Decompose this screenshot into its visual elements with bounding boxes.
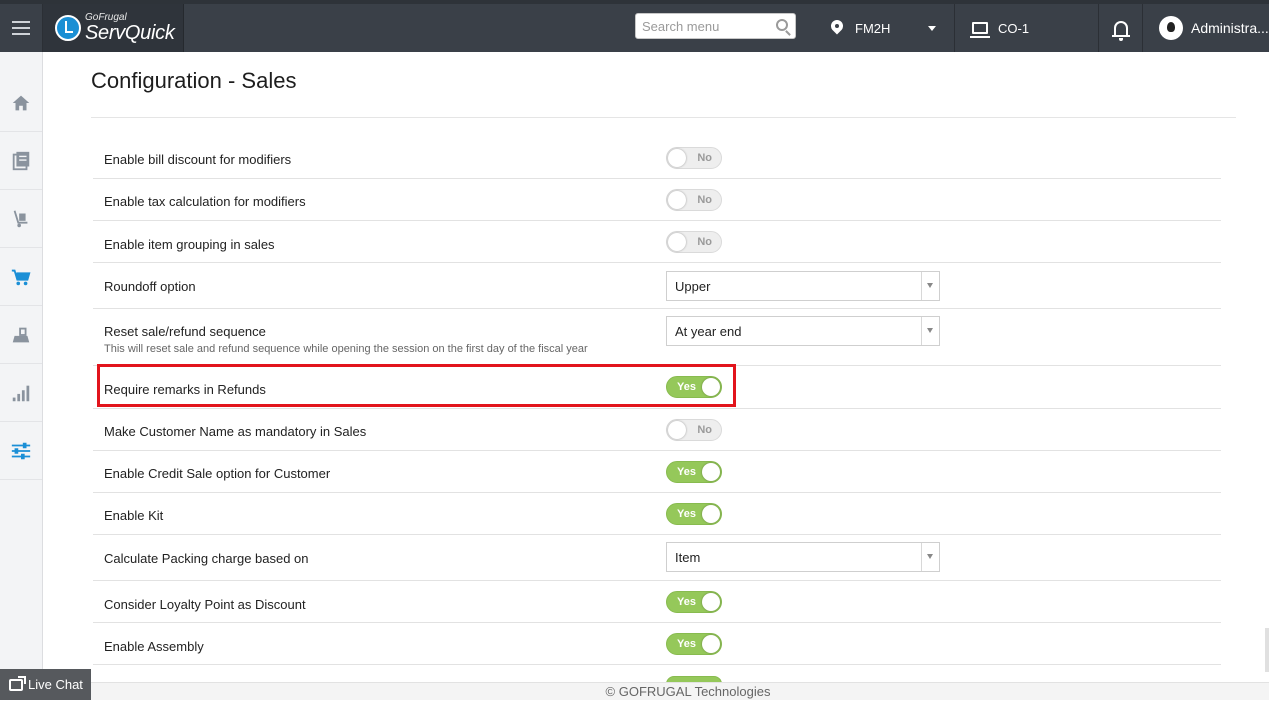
select-value: Item [675, 550, 701, 565]
notifications-button[interactable] [1099, 4, 1143, 52]
avatar [1159, 16, 1183, 40]
setting-row-remarks-refunds: Require remarks in Refunds Yes [93, 366, 1221, 409]
sidebar-item-home[interactable] [0, 74, 42, 132]
user-menu[interactable]: Administra... [1143, 4, 1269, 52]
setting-row-customer-name-mandatory: Make Customer Name as mandatory in Sales… [93, 409, 1221, 451]
setting-row-loyalty-discount: Consider Loyalty Point as Discount Yes [93, 581, 1221, 623]
footer: © GOFRUGAL Technologies [91, 682, 1269, 700]
reset-sequence-select[interactable]: At year end [666, 316, 940, 346]
sidebar [0, 52, 43, 700]
counter-label: CO-1 [998, 20, 1030, 36]
setting-row-enable-assembly: Enable Assembly Yes [93, 623, 1221, 665]
remarks-refunds-toggle[interactable]: Yes [666, 376, 722, 398]
catalog-icon [12, 151, 30, 170]
reports-icon [12, 385, 30, 401]
setting-row-item-grouping: Enable item grouping in sales No [93, 221, 1221, 263]
copyright-text: © GOFRUGAL Technologies [605, 684, 771, 699]
setting-row-credit-sale: Enable Credit Sale option for Customer Y… [93, 451, 1221, 493]
toggle-state: Yes [677, 508, 696, 520]
menu-button[interactable] [0, 4, 43, 52]
toggle-state: No [697, 152, 712, 164]
toggle-state: Yes [677, 381, 696, 393]
setting-label: Reset sale/refund sequence [104, 324, 266, 339]
chevron-down-icon [921, 317, 939, 345]
search-input[interactable] [636, 14, 766, 38]
customer-name-mandatory-toggle[interactable]: No [666, 419, 722, 441]
counter-selector[interactable]: CO-1 [955, 4, 1099, 52]
enable-kit-toggle[interactable]: Yes [666, 503, 722, 525]
monitor-icon [970, 22, 990, 38]
sidebar-item-inventory[interactable] [0, 190, 42, 248]
purchase-icon [12, 327, 30, 342]
setting-label: Make Customer Name as mandatory in Sales [104, 424, 367, 439]
app-logo[interactable]: GoFrugal ServQuick [43, 4, 184, 52]
setting-label: Consider Loyalty Point as Discount [104, 597, 306, 612]
search-icon[interactable] [776, 19, 788, 31]
setting-row-packing-charge: Calculate Packing charge based on Item [93, 535, 1221, 581]
setting-label: Enable item grouping in sales [104, 237, 275, 252]
chevron-down-icon [921, 272, 939, 300]
bell-icon [1111, 21, 1130, 41]
logo-clock-icon [55, 15, 81, 41]
toggle-state: Yes [677, 638, 696, 650]
chevron-down-icon [928, 25, 936, 31]
setting-row-enable-kit: Enable Kit Yes [93, 493, 1221, 535]
loyalty-discount-toggle[interactable]: Yes [666, 591, 722, 613]
setting-row-roundoff: Roundoff option Upper [93, 263, 1221, 309]
select-value: Upper [675, 279, 711, 294]
sidebar-item-settings[interactable] [0, 422, 42, 480]
user-name: Administra... [1191, 20, 1269, 36]
location-pin-icon [831, 20, 843, 36]
top-bar: GoFrugal ServQuick FM2H CO-1 Administra.… [0, 0, 1269, 52]
divider [91, 117, 1236, 118]
search-box [635, 13, 796, 39]
external-link-icon [9, 675, 26, 691]
item-grouping-toggle[interactable]: No [666, 231, 722, 253]
setting-row-reset-sequence: Reset sale/refund sequence This will res… [93, 309, 1221, 366]
sidebar-item-purchase[interactable] [0, 306, 42, 364]
live-chat-label: Live Chat [28, 677, 83, 692]
toggle-state: Yes [677, 596, 696, 608]
setting-label: Enable Kit [104, 508, 164, 523]
packing-charge-select[interactable]: Item [666, 542, 940, 572]
sidebar-item-sales[interactable] [0, 248, 42, 306]
enable-assembly-toggle[interactable]: Yes [666, 633, 722, 655]
location-label: FM2H [855, 20, 891, 36]
inventory-icon [13, 209, 28, 227]
live-chat-button[interactable]: Live Chat [0, 669, 91, 700]
toggle-state: No [697, 236, 712, 248]
setting-row-tax-calc-modifiers: Enable tax calculation for modifiers No [93, 179, 1221, 221]
toggle-state: No [697, 194, 712, 206]
sidebar-item-reports[interactable] [0, 364, 42, 422]
location-selector[interactable]: FM2H [815, 4, 955, 52]
bill-discount-modifiers-toggle[interactable]: No [666, 147, 722, 169]
setting-label: Roundoff option [104, 279, 196, 294]
toggle-state: Yes [677, 466, 696, 478]
setting-row-bill-discount-modifiers: Enable bill discount for modifiers No [93, 137, 1221, 179]
select-value: At year end [675, 324, 742, 339]
page-title: Configuration - Sales [91, 68, 297, 93]
setting-label: Enable bill discount for modifiers [104, 152, 292, 167]
home-icon [12, 95, 30, 110]
roundoff-select[interactable]: Upper [666, 271, 940, 301]
settings-icon [11, 442, 31, 459]
sidebar-item-catalog[interactable] [0, 132, 42, 190]
tax-calc-modifiers-toggle[interactable]: No [666, 189, 722, 211]
chevron-down-icon [921, 543, 939, 571]
hamburger-icon [12, 21, 30, 35]
toggle-state: No [697, 424, 712, 436]
setting-label: Enable tax calculation for modifiers [104, 194, 306, 209]
sales-cart-icon [11, 269, 31, 285]
setting-label: Calculate Packing charge based on [104, 551, 309, 566]
logo-product: ServQuick [85, 22, 175, 44]
scrollbar[interactable] [1265, 628, 1269, 672]
setting-label: Require remarks in Refunds [104, 382, 266, 397]
setting-description: This will reset sale and refund sequence… [104, 343, 588, 355]
setting-label: Enable Assembly [104, 639, 204, 654]
credit-sale-toggle[interactable]: Yes [666, 461, 722, 483]
setting-label: Enable Credit Sale option for Customer [104, 466, 331, 481]
